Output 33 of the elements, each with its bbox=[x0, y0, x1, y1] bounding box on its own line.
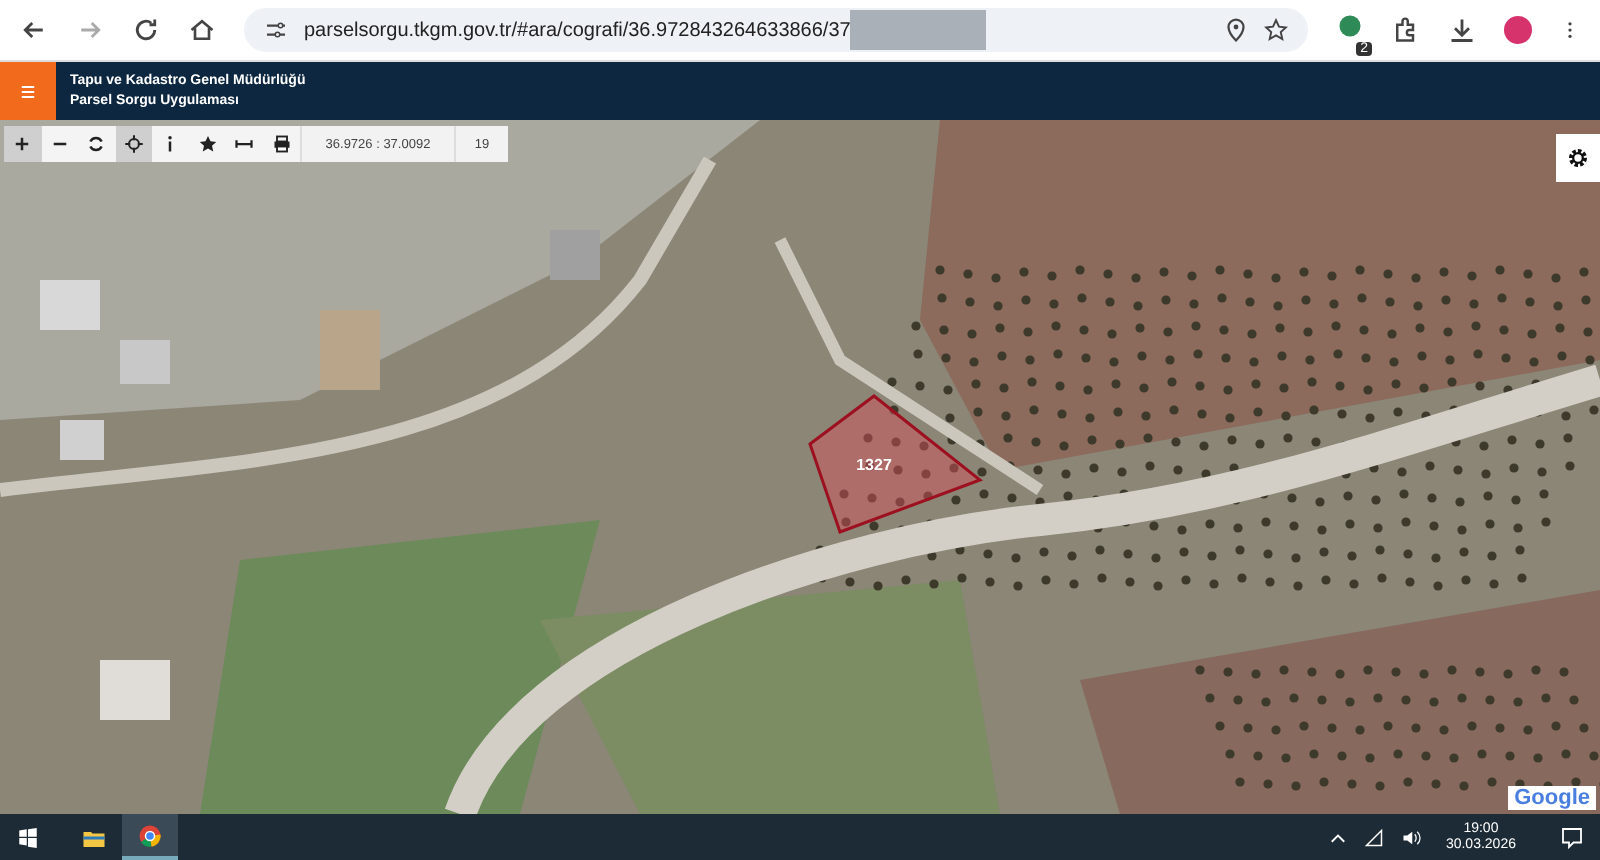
windows-icon bbox=[18, 827, 38, 847]
measure-icon bbox=[234, 134, 255, 154]
settings-icon bbox=[1566, 146, 1590, 170]
zoom-in-icon bbox=[12, 134, 33, 154]
profile-avatar[interactable] bbox=[1504, 16, 1532, 44]
crosshair-icon bbox=[123, 134, 144, 154]
menu-icon bbox=[18, 81, 38, 101]
reload-icon[interactable] bbox=[132, 16, 160, 44]
print-icon bbox=[271, 134, 292, 154]
parcel-number: 1327 bbox=[856, 456, 892, 474]
chrome-button[interactable] bbox=[122, 814, 178, 860]
crosshair-button[interactable] bbox=[115, 126, 152, 162]
satellite-map-drawing[interactable] bbox=[0, 120, 1600, 814]
star-icon bbox=[197, 134, 218, 154]
home-icon[interactable] bbox=[188, 16, 216, 44]
extension-icon bbox=[1336, 11, 1364, 39]
redaction-block bbox=[850, 10, 987, 50]
site-settings-icon[interactable] bbox=[264, 18, 288, 42]
star-icon[interactable] bbox=[1264, 18, 1288, 42]
back-icon[interactable] bbox=[20, 16, 48, 44]
notification-icon[interactable] bbox=[1560, 825, 1584, 849]
browser-icon bbox=[138, 823, 162, 847]
map-attribution: Google bbox=[1508, 786, 1596, 810]
address-bar[interactable]: parselsorgu.tkgm.gov.tr/#ara/cografi/36.972843264633866/37 bbox=[244, 8, 1308, 52]
location-pin-icon[interactable] bbox=[1224, 18, 1248, 42]
zoom-in-button[interactable] bbox=[4, 126, 41, 162]
puzzle-icon[interactable] bbox=[1392, 16, 1420, 44]
volume-icon[interactable] bbox=[1399, 827, 1422, 847]
refresh-icon bbox=[86, 134, 107, 154]
parcel-outline[interactable] bbox=[808, 394, 983, 534]
settings-button[interactable] bbox=[1556, 134, 1600, 182]
url-text: parselsorgu.tkgm.gov.tr/#ara/cografi/36.972843264633866/37 bbox=[304, 19, 851, 41]
download-icon[interactable] bbox=[1448, 16, 1476, 44]
